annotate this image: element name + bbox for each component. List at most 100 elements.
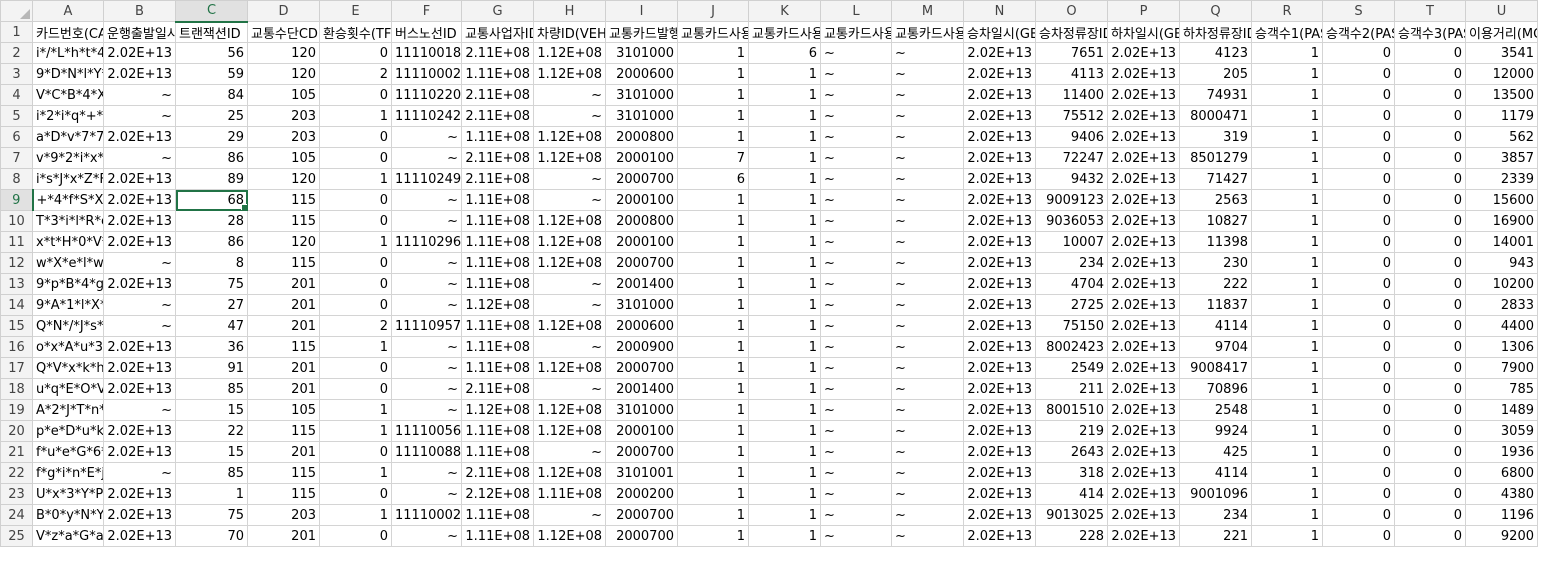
cell-k16[interactable]: 1 — [748, 336, 821, 358]
cell-l2[interactable]: ~ — [820, 42, 892, 64]
cell-c8[interactable]: 89 — [175, 168, 248, 190]
cell-o18[interactable]: 211 — [1035, 378, 1108, 400]
cell-g10[interactable]: 1.11E+08 — [461, 210, 534, 232]
cell-s9[interactable]: 0 — [1322, 189, 1395, 211]
cell-o6[interactable]: 9406 — [1035, 126, 1108, 148]
cell-a14[interactable]: 9*A*1*l*X* — [32, 294, 104, 316]
row-header-23[interactable]: 23 — [0, 483, 33, 505]
cell-q18[interactable]: 70896 — [1179, 378, 1252, 400]
cell-r4[interactable]: 1 — [1251, 84, 1323, 106]
cell-j8[interactable]: 6 — [677, 168, 749, 190]
header-cell-b[interactable]: 운행출발일시 — [103, 21, 176, 43]
cell-l12[interactable]: ~ — [820, 252, 892, 274]
cell-r12[interactable]: 1 — [1251, 252, 1323, 274]
cell-a17[interactable]: Q*V*x*k*h — [32, 357, 104, 379]
cell-p3[interactable]: 2.02E+13 — [1107, 63, 1180, 85]
cell-j4[interactable]: 1 — [677, 84, 749, 106]
cell-c6[interactable]: 29 — [175, 126, 248, 148]
cell-m9[interactable]: ~ — [891, 189, 964, 211]
cell-n11[interactable]: 2.02E+13 — [963, 231, 1036, 253]
cell-o25[interactable]: 228 — [1035, 525, 1108, 547]
row-header-22[interactable]: 22 — [0, 462, 33, 484]
cell-d15[interactable]: 201 — [247, 315, 320, 337]
cell-u11[interactable]: 14001 — [1465, 231, 1538, 253]
cell-l13[interactable]: ~ — [820, 273, 892, 295]
cell-f16[interactable]: ~ — [391, 336, 462, 358]
cell-j24[interactable]: 1 — [677, 504, 749, 526]
cell-p10[interactable]: 2.02E+13 — [1107, 210, 1180, 232]
cell-a10[interactable]: T*3*i*l*R*c — [32, 210, 104, 232]
cell-h20[interactable]: 1.12E+08 — [533, 420, 606, 442]
cell-m4[interactable]: ~ — [891, 84, 964, 106]
cell-r14[interactable]: 1 — [1251, 294, 1323, 316]
cell-n18[interactable]: 2.02E+13 — [963, 378, 1036, 400]
cell-t25[interactable]: 0 — [1394, 525, 1466, 547]
cell-o13[interactable]: 4704 — [1035, 273, 1108, 295]
cell-p2[interactable]: 2.02E+13 — [1107, 42, 1180, 64]
cell-c24[interactable]: 75 — [175, 504, 248, 526]
cell-d23[interactable]: 115 — [247, 483, 320, 505]
cell-t9[interactable]: 0 — [1394, 189, 1466, 211]
cell-n8[interactable]: 2.02E+13 — [963, 168, 1036, 190]
cell-k12[interactable]: 1 — [748, 252, 821, 274]
cell-n19[interactable]: 2.02E+13 — [963, 399, 1036, 421]
cell-k4[interactable]: 1 — [748, 84, 821, 106]
cell-o8[interactable]: 9432 — [1035, 168, 1108, 190]
header-cell-i[interactable]: 교통카드발행사 — [605, 21, 678, 43]
cell-d16[interactable]: 115 — [247, 336, 320, 358]
cell-u17[interactable]: 7900 — [1465, 357, 1538, 379]
row-header-9[interactable]: 9 — [0, 189, 34, 211]
cell-n4[interactable]: 2.02E+13 — [963, 84, 1036, 106]
cell-q8[interactable]: 71427 — [1179, 168, 1252, 190]
cell-p19[interactable]: 2.02E+13 — [1107, 399, 1180, 421]
cell-j3[interactable]: 1 — [677, 63, 749, 85]
cell-f2[interactable]: 11110018 — [391, 42, 462, 64]
cell-o14[interactable]: 2725 — [1035, 294, 1108, 316]
cell-l20[interactable]: ~ — [820, 420, 892, 442]
cell-f25[interactable]: ~ — [391, 525, 462, 547]
cell-b12[interactable]: ~ — [103, 252, 176, 274]
cell-r10[interactable]: 1 — [1251, 210, 1323, 232]
cell-b7[interactable]: ~ — [103, 147, 176, 169]
cell-s20[interactable]: 0 — [1322, 420, 1395, 442]
cell-r13[interactable]: 1 — [1251, 273, 1323, 295]
cell-s21[interactable]: 0 — [1322, 441, 1395, 463]
cell-j25[interactable]: 1 — [677, 525, 749, 547]
cell-d13[interactable]: 201 — [247, 273, 320, 295]
cell-m7[interactable]: ~ — [891, 147, 964, 169]
cell-u20[interactable]: 3059 — [1465, 420, 1538, 442]
cell-p20[interactable]: 2.02E+13 — [1107, 420, 1180, 442]
cell-p9[interactable]: 2.02E+13 — [1107, 189, 1180, 211]
cell-t11[interactable]: 0 — [1394, 231, 1466, 253]
cell-q23[interactable]: 9001096 — [1179, 483, 1252, 505]
cell-n6[interactable]: 2.02E+13 — [963, 126, 1036, 148]
cell-b21[interactable]: 2.02E+13 — [103, 441, 176, 463]
cell-a20[interactable]: p*e*D*u*k — [32, 420, 104, 442]
cell-l18[interactable]: ~ — [820, 378, 892, 400]
cell-i20[interactable]: 2000100 — [605, 420, 678, 442]
cell-j15[interactable]: 1 — [677, 315, 749, 337]
cell-f17[interactable]: ~ — [391, 357, 462, 379]
cell-q16[interactable]: 9704 — [1179, 336, 1252, 358]
cell-i21[interactable]: 2000700 — [605, 441, 678, 463]
cell-h9[interactable]: ~ — [533, 189, 606, 211]
column-header-k[interactable]: K — [748, 0, 821, 22]
cell-o20[interactable]: 219 — [1035, 420, 1108, 442]
cell-o5[interactable]: 75512 — [1035, 105, 1108, 127]
cell-c16[interactable]: 36 — [175, 336, 248, 358]
cell-i24[interactable]: 2000700 — [605, 504, 678, 526]
cell-q22[interactable]: 4114 — [1179, 462, 1252, 484]
cell-i22[interactable]: 3101001 — [605, 462, 678, 484]
cell-b9[interactable]: 2.02E+13 — [103, 189, 176, 211]
cell-g23[interactable]: 2.12E+08 — [461, 483, 534, 505]
cell-q12[interactable]: 230 — [1179, 252, 1252, 274]
cell-t10[interactable]: 0 — [1394, 210, 1466, 232]
cell-e11[interactable]: 1 — [319, 231, 392, 253]
cell-k20[interactable]: 1 — [748, 420, 821, 442]
cell-p15[interactable]: 2.02E+13 — [1107, 315, 1180, 337]
cell-q19[interactable]: 2548 — [1179, 399, 1252, 421]
cell-f21[interactable]: 11110088 — [391, 441, 462, 463]
cell-t21[interactable]: 0 — [1394, 441, 1466, 463]
cell-u23[interactable]: 4380 — [1465, 483, 1538, 505]
cell-u10[interactable]: 16900 — [1465, 210, 1538, 232]
